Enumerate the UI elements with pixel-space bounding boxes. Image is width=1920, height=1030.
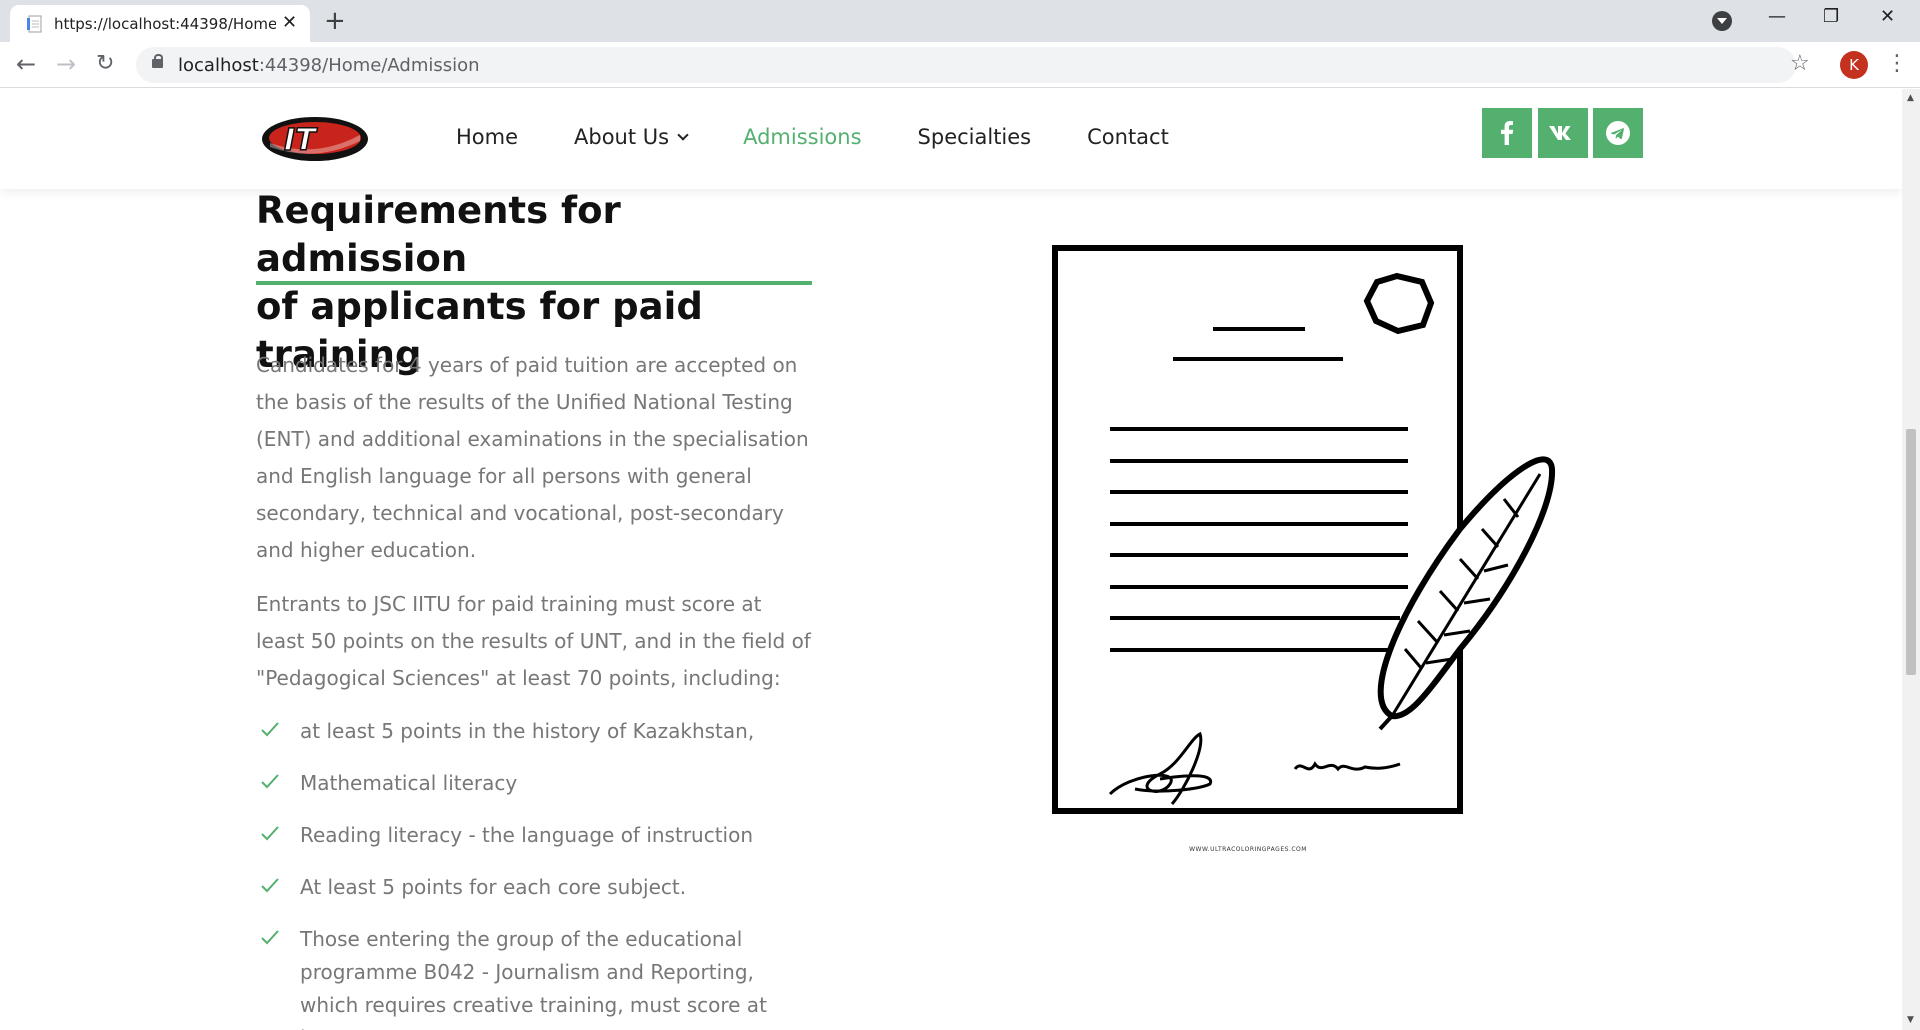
back-icon[interactable]: ← <box>16 50 36 78</box>
address-bar[interactable]: localhost:44398/Home/Admission <box>136 47 1796 83</box>
tab-title: https://localhost:44398/Home/Admission <box>54 15 276 33</box>
nav-about-us[interactable]: About Us <box>574 125 689 149</box>
check-icon <box>261 826 279 841</box>
url-text[interactable]: localhost:44398/Home/Admission <box>178 55 480 76</box>
signature-left <box>1108 731 1213 805</box>
close-tab-icon[interactable]: ✕ <box>282 14 297 32</box>
browser-tab[interactable]: https://localhost:44398/Home/Admission ✕ <box>10 5 310 42</box>
check-icon <box>261 930 279 945</box>
requirements-list: at least 5 points in the history of Kaza… <box>256 715 816 1030</box>
scroll-down-icon[interactable]: ▼ <box>1907 1015 1914 1025</box>
browser-toolbar: ← → ↻ localhost:44398/Home/Admission ☆ K… <box>0 42 1920 88</box>
list-item: Mathematical literacy <box>256 767 816 800</box>
contract-illustration: WWW.ULTRACOLORINGPAGES.COM <box>1052 245 1556 853</box>
signature-right <box>1293 761 1401 772</box>
list-item: Reading literacy - the language of instr… <box>256 819 816 852</box>
list-item: Those entering the group of the educatio… <box>256 923 816 1030</box>
site-header: IT Home About Us Admissions Specialties … <box>0 89 1902 189</box>
chevron-down-icon <box>677 129 689 141</box>
minimize-icon[interactable]: — <box>1768 6 1786 27</box>
page-viewport: IT Home About Us Admissions Specialties … <box>0 89 1902 1030</box>
telegram-button[interactable] <box>1593 108 1643 158</box>
browser-menu-icon[interactable]: ⋮ <box>1886 50 1908 78</box>
quill-icon <box>1377 456 1556 731</box>
vk-icon <box>1549 126 1571 140</box>
nav-specialties[interactable]: Specialties <box>918 125 1032 149</box>
check-icon <box>261 878 279 893</box>
new-tab-icon[interactable]: + <box>324 8 346 34</box>
check-icon <box>261 722 279 737</box>
telegram-icon <box>1606 121 1630 145</box>
list-item: at least 5 points in the history of Kaza… <box>256 715 816 748</box>
page-scrollbar[interactable]: ▲ ▼ <box>1902 89 1920 1030</box>
requirements-paragraph: Entrants to JSC IITU for paid training m… <box>256 592 811 690</box>
nav-home[interactable]: Home <box>456 125 518 149</box>
site-logo[interactable]: IT <box>260 113 370 165</box>
forward-icon[interactable]: → <box>56 50 76 78</box>
scroll-up-icon[interactable]: ▲ <box>1907 93 1914 103</box>
bookmark-star-icon[interactable]: ☆ <box>1790 51 1810 77</box>
title-underline <box>256 281 812 285</box>
check-icon <box>261 774 279 789</box>
list-item: At least 5 points for each core subject. <box>256 871 816 904</box>
main-nav: Home About Us Admissions Specialties Con… <box>456 125 1225 149</box>
lock-icon[interactable] <box>152 54 163 68</box>
page-icon <box>27 15 42 33</box>
illustration-credit: WWW.ULTRACOLORINGPAGES.COM <box>1189 846 1307 853</box>
intro-paragraph: Candidates for 4 years of paid tuition a… <box>256 353 809 562</box>
browser-tab-bar: https://localhost:44398/Home/Admission ✕… <box>0 0 1920 42</box>
seal-icon <box>1363 272 1435 335</box>
nav-admissions[interactable]: Admissions <box>743 125 861 149</box>
restore-icon[interactable]: ❐ <box>1823 6 1839 27</box>
profile-avatar[interactable]: K <box>1840 51 1868 79</box>
facebook-icon <box>1501 121 1514 145</box>
facebook-button[interactable] <box>1482 108 1532 158</box>
nav-contact[interactable]: Contact <box>1087 125 1169 149</box>
tab-search-icon[interactable] <box>1712 11 1732 31</box>
vk-button[interactable] <box>1538 108 1588 158</box>
close-window-icon[interactable]: ✕ <box>1880 6 1895 27</box>
scrollbar-thumb[interactable] <box>1906 429 1916 675</box>
svg-text:IT: IT <box>284 123 318 158</box>
reload-icon[interactable]: ↻ <box>96 50 114 78</box>
